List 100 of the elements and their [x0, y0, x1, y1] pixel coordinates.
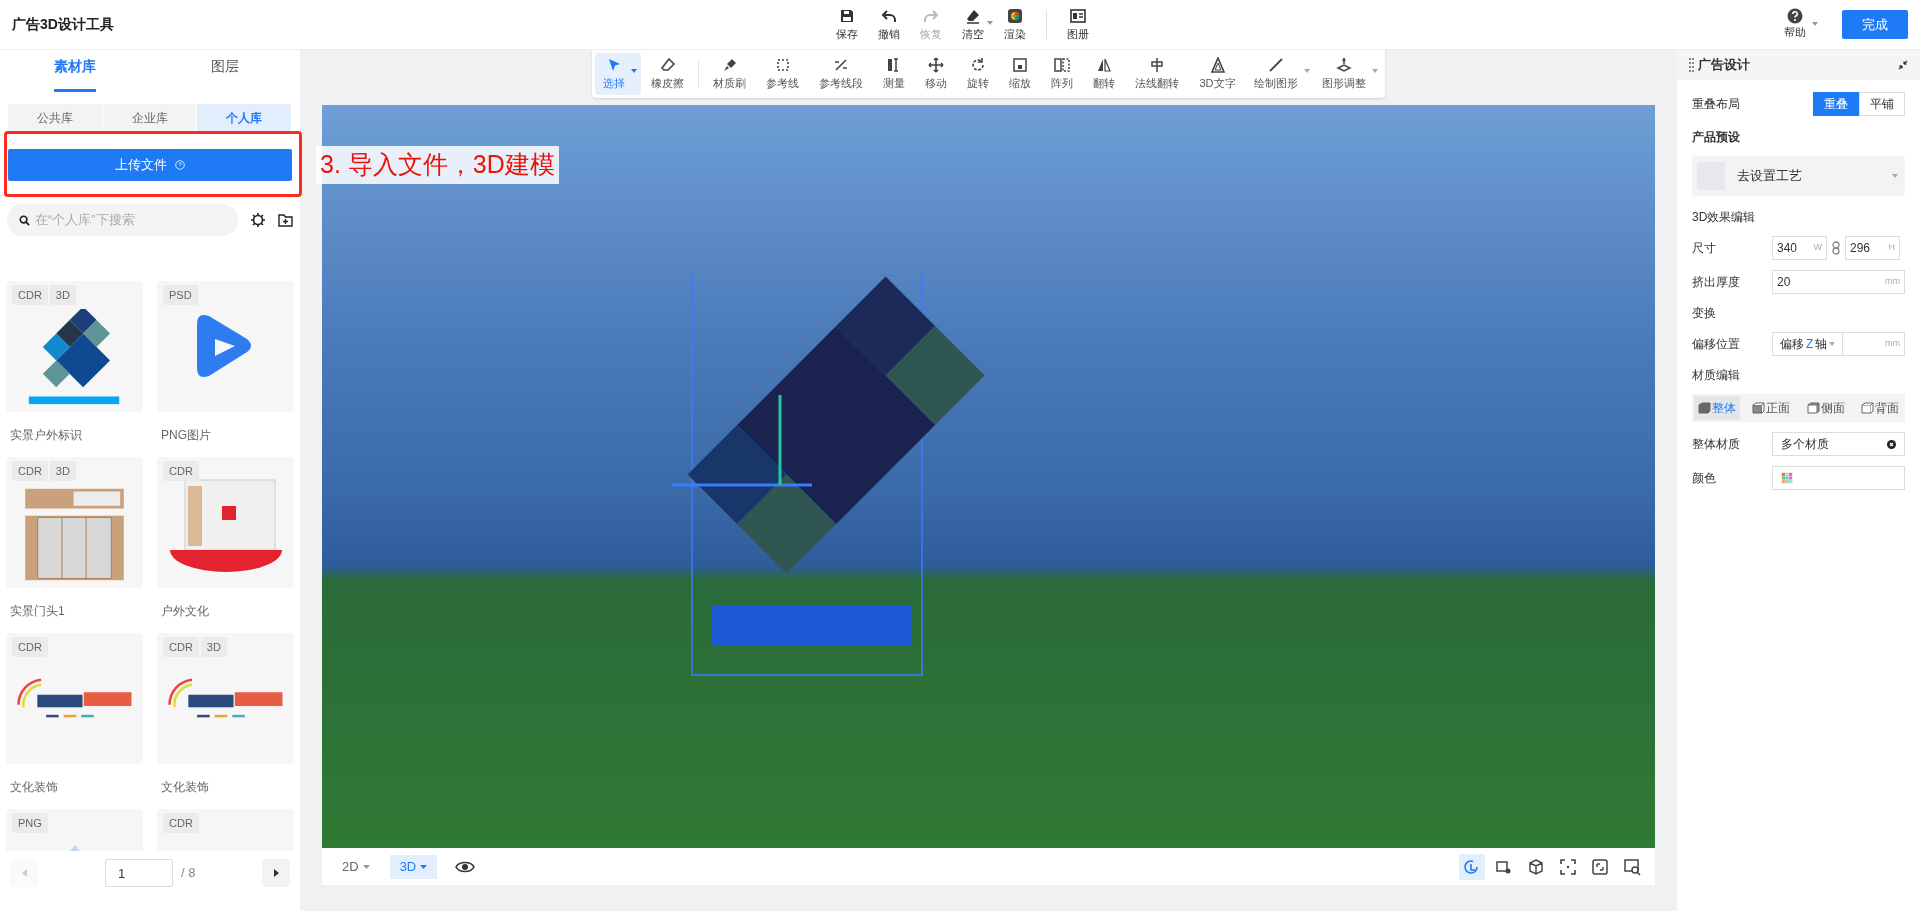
- undo-icon: [881, 7, 897, 24]
- tool-button[interactable]: 法线翻转: [1125, 53, 1190, 95]
- tool-button[interactable]: 旋转: [957, 53, 1000, 95]
- tool-button[interactable]: 选择: [595, 53, 642, 95]
- format-tag: CDR: [12, 636, 48, 658]
- settings-icon[interactable]: [250, 211, 266, 228]
- page-total: / 8: [181, 864, 196, 883]
- move-icon: [928, 56, 945, 73]
- tool-button[interactable]: 翻转: [1083, 53, 1126, 95]
- caret-down-icon: [1829, 342, 1836, 346]
- material-field[interactable]: 多个材质: [1772, 432, 1905, 456]
- axis-dropdown[interactable]: 偏移 Z 轴: [1772, 332, 1844, 356]
- clear-icon[interactable]: [1887, 439, 1896, 449]
- tool-button[interactable]: 材质刷: [703, 53, 757, 95]
- asset-name: 实景户外标识: [9, 426, 83, 444]
- panel-tab[interactable]: 图层: [150, 53, 300, 94]
- format-tag: CDR: [163, 636, 199, 658]
- asset-thumbnail[interactable]: CDR 3D: [157, 632, 294, 764]
- library-tab[interactable]: 企业库: [102, 103, 198, 133]
- color-field[interactable]: [1772, 466, 1905, 490]
- caret-down-icon: [1812, 22, 1818, 27]
- fit-view-icon: [1591, 857, 1609, 876]
- layout-option[interactable]: 平铺: [1859, 92, 1905, 116]
- upload-button[interactable]: 上传文件: [8, 148, 292, 181]
- tool-button[interactable]: 移动: [915, 53, 958, 95]
- line-segment-icon: [833, 56, 850, 73]
- width-field[interactable]: 340 W: [1772, 236, 1827, 260]
- drag-handle-icon[interactable]: [1689, 58, 1694, 72]
- section-heading: 材质编辑: [1692, 367, 1741, 384]
- color-palette-icon: [1781, 472, 1793, 484]
- material-face-tab[interactable]: 正面: [1748, 396, 1795, 420]
- tool-button[interactable]: 绘制图形: [1245, 53, 1314, 95]
- tool-button[interactable]: 参考线: [756, 53, 810, 95]
- album-icon: [1070, 7, 1086, 24]
- tool-button[interactable]: 阵列: [1041, 53, 1084, 95]
- caret-down-icon: [420, 864, 428, 869]
- toolbar-button[interactable]: 保存: [826, 3, 868, 47]
- help-button[interactable]: 帮助: [1784, 8, 1818, 41]
- app-title: 广告3D设计工具: [12, 15, 114, 34]
- rotate-icon: [970, 56, 987, 73]
- tool-button[interactable]: 参考线段: [809, 53, 874, 95]
- view-mode-tab[interactable]: 2D: [332, 854, 380, 879]
- asset-thumbnail[interactable]: CDR: [157, 808, 294, 852]
- render-icon: [1007, 7, 1023, 24]
- brush-icon: [721, 56, 738, 73]
- search-field[interactable]: 在“个人库”下搜索: [7, 203, 238, 236]
- search-icon: [19, 214, 30, 226]
- redo-icon: [923, 7, 939, 24]
- format-tag: PNG: [12, 812, 48, 834]
- caret-left-icon: [21, 869, 27, 878]
- tool-button[interactable]: 缩放: [999, 53, 1042, 95]
- back-face-cube-icon: [1861, 402, 1874, 414]
- toolbar-button[interactable]: 撤销: [868, 3, 910, 47]
- material-face-tab[interactable]: 背面: [1857, 396, 1903, 420]
- panel-tab[interactable]: 素材库: [0, 53, 150, 94]
- asset-thumbnail[interactable]: PSD: [157, 280, 294, 412]
- unit-label: mm: [1885, 337, 1900, 351]
- toolbar-button[interactable]: 清空: [952, 3, 994, 47]
- next-page-button[interactable]: [262, 859, 290, 888]
- scale-icon: [1012, 56, 1029, 73]
- library-tab[interactable]: 公共库: [8, 103, 103, 133]
- new-folder-icon[interactable]: [278, 212, 293, 227]
- tool-button[interactable]: 3D文字: [1189, 53, 1246, 95]
- format-tag: PSD: [163, 284, 198, 306]
- asset-name: 户外文化: [160, 602, 210, 620]
- asset-name: 实景门头1: [9, 602, 66, 620]
- format-tag: 3D: [200, 636, 227, 658]
- caret-right-icon: [273, 869, 279, 878]
- material-face-tab[interactable]: 侧面: [1802, 396, 1849, 420]
- zoom-region-icon: [1623, 857, 1641, 876]
- format-tag: CDR: [163, 812, 199, 834]
- outlined-triangle-icon: [1209, 56, 1226, 73]
- eye-icon[interactable]: [455, 859, 476, 874]
- asset-thumbnail[interactable]: CDR: [157, 456, 294, 588]
- unit-label: W: [1813, 241, 1822, 255]
- tool-button[interactable]: 测量: [873, 53, 916, 95]
- cube-transform-icon: [1335, 56, 1352, 73]
- asset-name: PNG图片: [160, 426, 212, 444]
- height-field[interactable]: 296 H: [1845, 236, 1900, 260]
- page-input[interactable]: 1: [105, 859, 173, 888]
- eraser-icon: [659, 56, 676, 73]
- preset-dropdown[interactable]: 去设置工艺: [1692, 156, 1905, 196]
- tool-button[interactable]: 橡皮擦: [641, 53, 695, 95]
- toolbar-button[interactable]: 图册: [1057, 3, 1099, 47]
- toolbar-button[interactable]: 渲染: [994, 3, 1036, 47]
- done-button[interactable]: 完成: [1842, 10, 1908, 39]
- unit-label: mm: [1885, 275, 1900, 289]
- tool-button[interactable]: 图形调整: [1313, 53, 1382, 95]
- asset-thumbnail[interactable]: CDR 3D: [6, 456, 143, 588]
- format-tag: 3D: [49, 460, 76, 482]
- collapse-icon[interactable]: [1898, 60, 1908, 70]
- layout-option[interactable]: 重叠: [1813, 92, 1859, 116]
- extrude-field[interactable]: 20 mm: [1772, 270, 1905, 294]
- field-label: 重叠布局: [1692, 96, 1741, 113]
- unit-label: H: [1888, 241, 1895, 255]
- front-face-cube-icon: [1752, 402, 1766, 414]
- asset-thumbnail[interactable]: PNG: [6, 808, 143, 852]
- library-tab[interactable]: 个人库: [197, 103, 292, 133]
- asset-thumbnail[interactable]: CDR 3D: [6, 280, 143, 412]
- asset-thumbnail[interactable]: CDR: [6, 632, 143, 764]
